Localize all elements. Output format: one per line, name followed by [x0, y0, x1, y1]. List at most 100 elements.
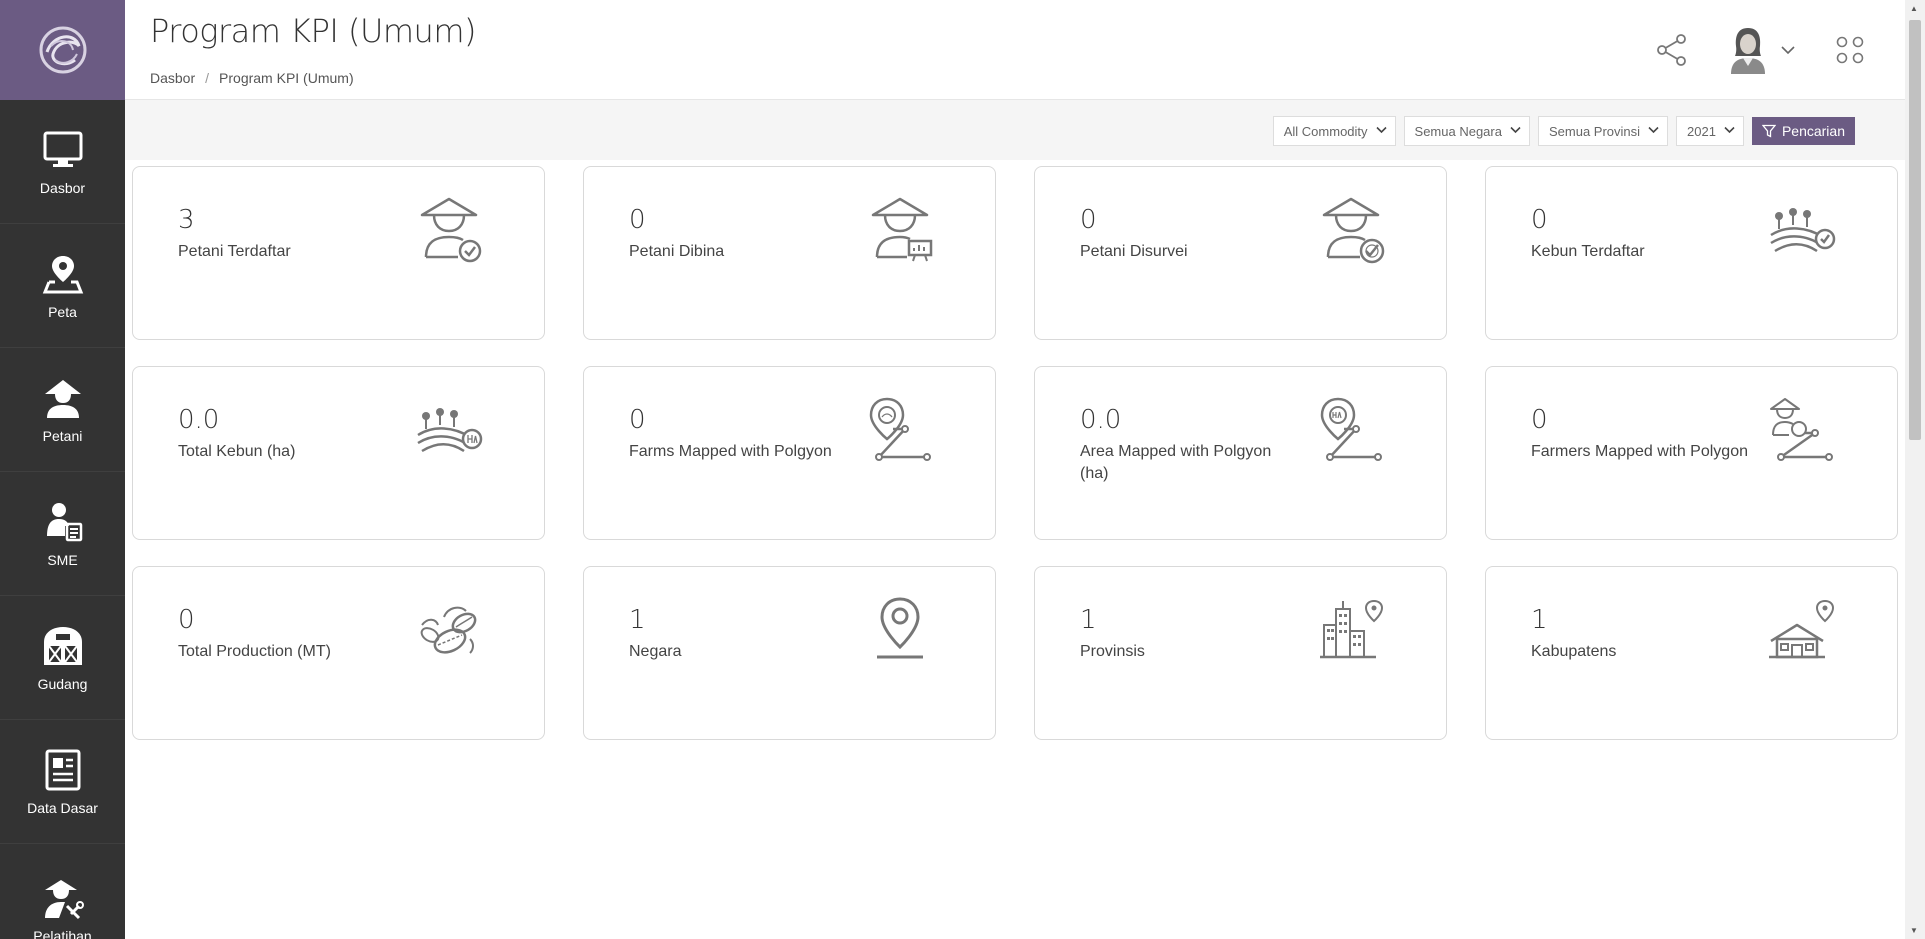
city-icon [1320, 599, 1384, 659]
kpi-grid: 3 Petani Terdaftar 0 Petani Dibina 0 Pet… [132, 166, 1898, 740]
sidebar-item-sme[interactable]: SME [0, 472, 125, 596]
share-icon [1657, 34, 1686, 66]
kpi-label: Kabupatens [1531, 643, 1617, 660]
app-logo[interactable] [0, 0, 125, 100]
breadcrumb-current: Program KPI (Umum) [219, 70, 354, 86]
farmer-survey-icon [1322, 197, 1385, 264]
province-select-value: Semua Provinsi [1548, 123, 1641, 139]
kpi-value: 0 [1531, 205, 1548, 235]
monitor-icon [43, 131, 82, 167]
apps-button[interactable] [1835, 35, 1865, 65]
commodity-select[interactable]: All Commodity [1272, 116, 1396, 146]
chevron-down-icon [1648, 125, 1659, 137]
breadcrumb-link-dasbor[interactable]: Dasbor [150, 70, 195, 86]
search-button-label: Pencarian [1781, 123, 1845, 139]
kpi-value: 0.0 [1080, 405, 1122, 435]
farm-check-icon [1770, 208, 1836, 253]
house-pin-icon [1769, 599, 1835, 659]
farmer-icon [44, 379, 81, 418]
kpi-value: 0 [629, 405, 646, 435]
kpi-card: 0 Farmers Mapped with Polygon [1485, 366, 1898, 540]
scrollbar-thumb[interactable] [1909, 20, 1921, 440]
sidebar-item-data-dasar[interactable]: Data Dasar [0, 720, 125, 844]
polygon-area-icon [1320, 397, 1382, 461]
share-button[interactable] [1655, 33, 1689, 67]
kpi-value: 3 [178, 205, 195, 235]
logo-icon [39, 26, 86, 74]
chevron-down-icon [1375, 125, 1387, 137]
chevron-down-icon [1781, 42, 1795, 58]
kpi-value: 0 [629, 205, 646, 235]
sme-icon [46, 502, 82, 541]
apps-grid-icon [1836, 36, 1864, 64]
beans-icon [420, 606, 477, 654]
sidebar-item-label: Peta [48, 303, 77, 320]
kpi-label: Total Kebun (ha) [178, 443, 296, 460]
chevron-down-icon [1724, 125, 1735, 137]
kpi-label: Petani Disurvei [1080, 243, 1188, 260]
breadcrumb: Dasbor / Program KPI (Umum) [150, 70, 354, 86]
kpi-card: 1 Provinsis [1034, 566, 1447, 740]
sidebar-item-label: Gudang [37, 675, 88, 692]
map-pin-icon [42, 255, 83, 293]
commodity-select-value: All Commodity [1283, 123, 1368, 139]
kpi-label: Farms Mapped with Polgyon [629, 443, 832, 460]
warehouse-icon [43, 626, 82, 665]
kpi-card: 0 Petani Dibina [583, 166, 996, 340]
filter-bar: All Commodity Semua Negara Semua Provins… [125, 100, 1905, 160]
kpi-label: Petani Dibina [629, 243, 725, 260]
kpi-value: 0 [1080, 205, 1097, 235]
farmer-training-icon [871, 197, 933, 262]
search-button[interactable]: Pencarian [1751, 117, 1855, 145]
kpi-card: 1 Kabupatens [1485, 566, 1898, 740]
kpi-card: 0.0 Total Kebun (ha) [132, 366, 545, 540]
kpi-card: 0 Kebun Terdaftar [1485, 166, 1898, 340]
country-select[interactable]: Semua Negara [1403, 116, 1530, 146]
training-icon [44, 880, 84, 920]
kpi-label: Kebun Terdaftar [1531, 243, 1645, 260]
kpi-card: 3 Petani Terdaftar [132, 166, 545, 340]
kpi-label: Area Mapped with Polgyon (ha) [1080, 443, 1272, 482]
breadcrumb-separator: / [205, 70, 210, 86]
sidebar-item-petani[interactable]: Petani [0, 348, 125, 472]
kpi-value: 0 [1531, 405, 1548, 435]
user-menu[interactable] [1729, 26, 1795, 74]
year-select[interactable]: 2021 [1676, 116, 1744, 146]
kpi-card: 1 Negara [583, 566, 996, 740]
polygon-farm-icon [869, 397, 931, 461]
page-title: Program KPI (Umum) [150, 12, 476, 50]
kpi-card: 0.0 Area Mapped with Polgyon (ha) [1034, 366, 1447, 540]
sidebar-item-label: Dasbor [39, 179, 86, 196]
sidebar-item-label: SME [47, 551, 78, 568]
polygon-farmer-icon [1770, 398, 1833, 461]
scroll-up-arrow-icon[interactable]: ▲ [1910, 4, 1918, 13]
kpi-value: 0.0 [178, 405, 220, 435]
page-scrollbar[interactable]: ▲ ▼ [1905, 0, 1925, 939]
sidebar-item-gudang[interactable]: Gudang [0, 596, 125, 720]
sidebar-item-peta[interactable]: Peta [0, 224, 125, 348]
farmer-check-icon [420, 197, 482, 263]
filter-icon [1761, 124, 1776, 138]
kpi-label: Farmers Mapped with Polygon [1531, 443, 1748, 460]
sidebar-item-pelatihan[interactable]: Pelatihan [0, 844, 125, 939]
province-select[interactable]: Semua Provinsi [1537, 116, 1669, 146]
kpi-label: Provinsis [1080, 643, 1145, 660]
header-actions [1655, 26, 1865, 74]
country-select-value: Semua Negara [1414, 123, 1502, 139]
location-pin-icon [877, 597, 923, 659]
sidebar-item-label: Pelatihan [33, 928, 92, 939]
scroll-down-arrow-icon[interactable]: ▼ [1910, 926, 1918, 935]
year-select-value: 2021 [1687, 123, 1716, 139]
sidebar: Dasbor Peta Petani SME Gudang Data Dasar… [0, 0, 125, 939]
sidebar-item-dasbor[interactable]: Dasbor [0, 100, 125, 224]
document-icon [45, 749, 80, 790]
kpi-value: 1 [1080, 605, 1097, 635]
farm-ha-icon [417, 408, 483, 453]
filters: All Commodity Semua Negara Semua Provins… [1272, 116, 1855, 146]
kpi-card: 0 Total Production (MT) [132, 566, 545, 740]
kpi-label: Negara [629, 643, 682, 660]
chevron-down-icon [1510, 125, 1521, 137]
page-header: Program KPI (Umum) Dasbor / Program KPI … [125, 0, 1905, 100]
kpi-value: 1 [629, 605, 646, 635]
kpi-label: Total Production (MT) [178, 643, 331, 660]
